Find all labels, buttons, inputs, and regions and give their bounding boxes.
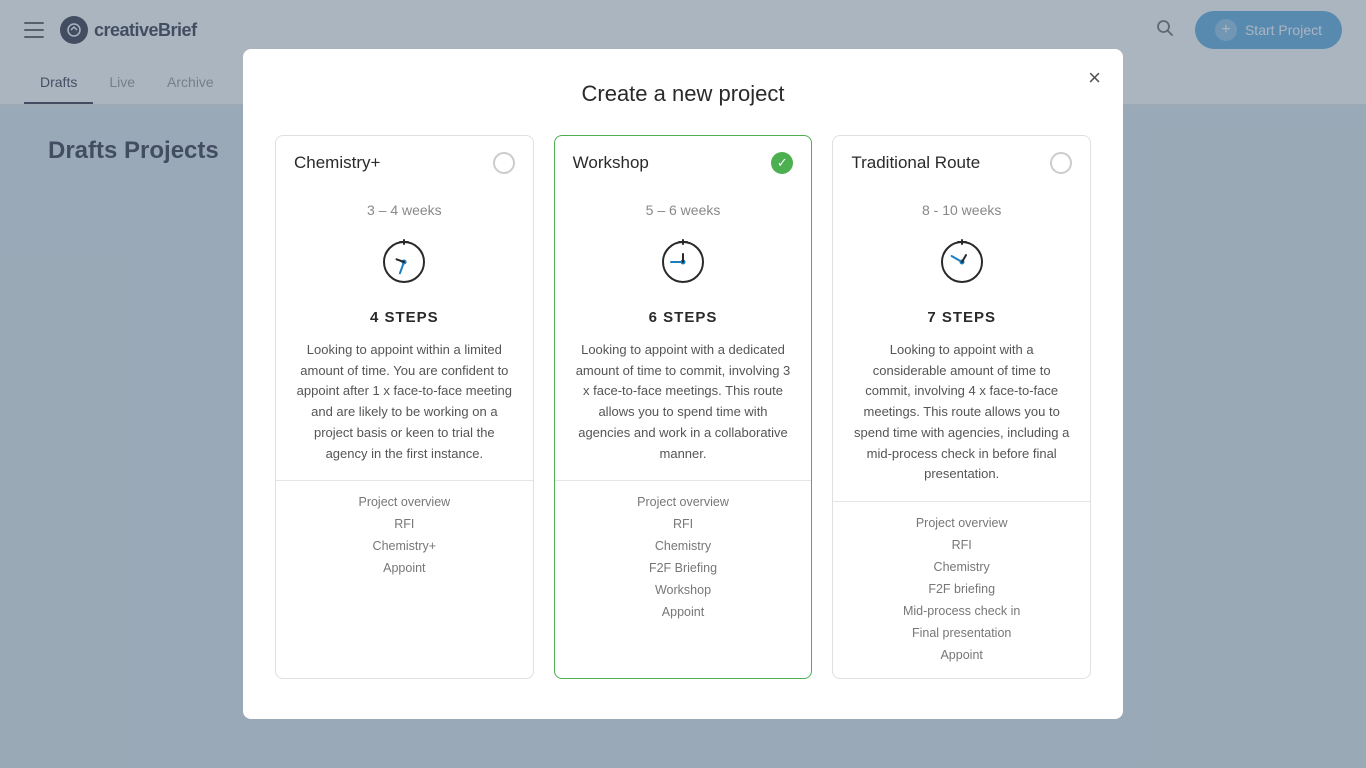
- radio-icon[interactable]: [1050, 152, 1072, 174]
- step-item: Appoint: [383, 561, 425, 575]
- radio-icon[interactable]: [493, 152, 515, 174]
- step-item: Final presentation: [912, 626, 1011, 640]
- modal-overlay: Create a new project × Chemistry+ 3 – 4 …: [0, 0, 1366, 768]
- card-title: Workshop: [573, 153, 649, 173]
- step-item: Appoint: [662, 605, 704, 619]
- clock-icon: [657, 236, 709, 293]
- card-traditional-route[interactable]: Traditional Route 8 - 10 weeks 7 STEPS L…: [832, 135, 1091, 680]
- card-steps-label: 6 STEPS: [649, 309, 718, 326]
- clock-icon: [378, 236, 430, 293]
- modal-close-button[interactable]: ×: [1088, 67, 1101, 89]
- clock-icon: [936, 236, 988, 293]
- step-item: F2F briefing: [928, 582, 995, 596]
- card-steps-list: Project overview RFI Chemistry F2F Briefing…: [555, 495, 812, 619]
- card-divider: [555, 480, 812, 481]
- card-title: Traditional Route: [851, 153, 980, 173]
- modal-header: Create a new project: [275, 81, 1091, 107]
- step-item: Chemistry: [934, 560, 990, 574]
- step-item: RFI: [673, 517, 693, 531]
- card-workshop[interactable]: Workshop ✓ 5 – 6 weeks 6 STEPS Looking t…: [554, 135, 813, 680]
- project-type-cards: Chemistry+ 3 – 4 weeks 4 STEPS Looking t…: [275, 135, 1091, 680]
- step-item: RFI: [952, 538, 972, 552]
- step-item: Project overview: [637, 495, 729, 509]
- card-weeks: 8 - 10 weeks: [922, 202, 1001, 218]
- card-divider: [276, 480, 533, 481]
- step-item: Appoint: [940, 648, 982, 662]
- step-item: Mid-process check in: [903, 604, 1020, 618]
- card-description: Looking to appoint within a limited amou…: [276, 340, 533, 465]
- step-item: Project overview: [916, 516, 1008, 530]
- step-item: Workshop: [655, 583, 711, 597]
- step-item: Project overview: [358, 495, 450, 509]
- selected-check-icon: ✓: [771, 152, 793, 174]
- step-item: Chemistry: [655, 539, 711, 553]
- modal-title: Create a new project: [275, 81, 1091, 107]
- card-weeks: 5 – 6 weeks: [646, 202, 721, 218]
- card-steps-label: 4 STEPS: [370, 309, 439, 326]
- card-weeks: 3 – 4 weeks: [367, 202, 442, 218]
- card-title: Chemistry+: [294, 153, 380, 173]
- step-item: RFI: [394, 517, 414, 531]
- step-item: Chemistry+: [373, 539, 437, 553]
- card-header: Workshop ✓: [555, 136, 812, 190]
- card-steps-list: Project overview RFI Chemistry F2F briefing…: [833, 516, 1090, 662]
- create-project-modal: Create a new project × Chemistry+ 3 – 4 …: [243, 49, 1123, 720]
- card-steps-label: 7 STEPS: [927, 309, 996, 326]
- card-description: Looking to appoint with a dedicated amou…: [555, 340, 812, 465]
- card-chemistry-plus[interactable]: Chemistry+ 3 – 4 weeks 4 STEPS Looking t…: [275, 135, 534, 680]
- card-description: Looking to appoint with a considerable a…: [833, 340, 1090, 486]
- card-header: Chemistry+: [276, 136, 533, 190]
- card-steps-list: Project overview RFI Chemistry+ Appoint: [276, 495, 533, 575]
- step-item: F2F Briefing: [649, 561, 717, 575]
- card-divider: [833, 501, 1090, 502]
- card-header: Traditional Route: [833, 136, 1090, 190]
